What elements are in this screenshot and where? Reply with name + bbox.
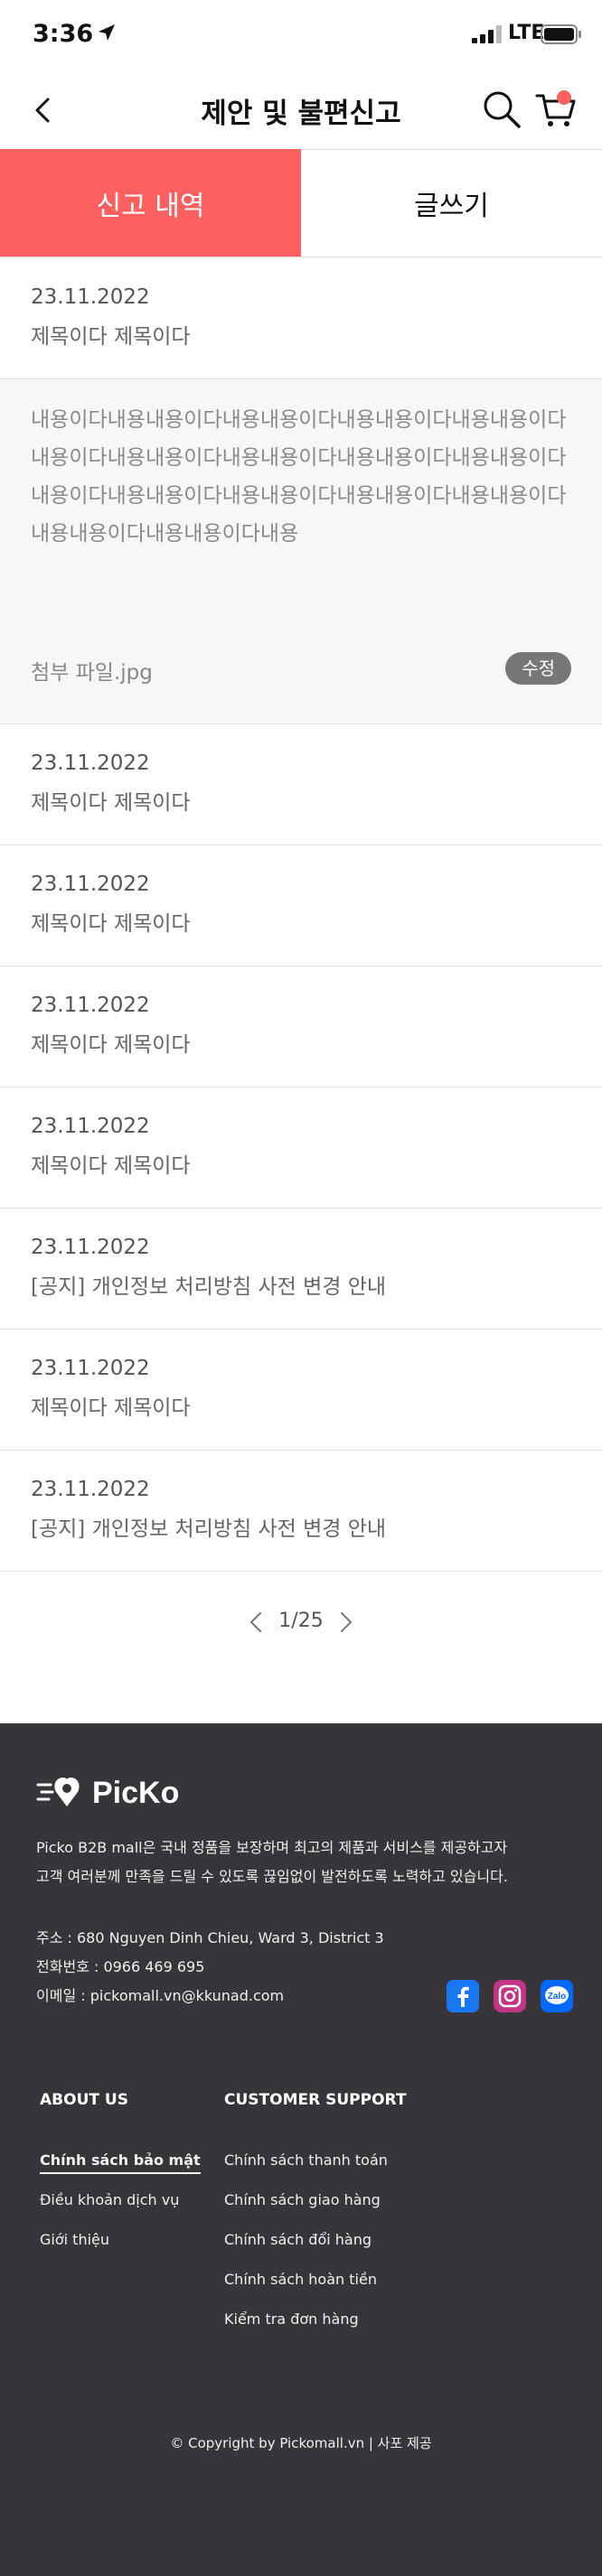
attachment-link[interactable]: 첨부 파일.jpg: [31, 655, 153, 686]
post-title: 제목이다 제목이다: [31, 912, 191, 936]
list-item[interactable]: 23.11.2022 제목이다 제목이다: [0, 724, 602, 845]
refund-policy-link[interactable]: Chính sách hoàn tiền: [224, 2271, 377, 2288]
payment-policy-link[interactable]: Chính sách thanh toán: [224, 2151, 388, 2169]
about-heading: ABOUT US: [40, 2091, 128, 2109]
post-title: [공지] 개인정보 처리방침 사전 변경 안내: [31, 1517, 387, 1541]
privacy-policy-link[interactable]: Chính sách bảo mật: [40, 2151, 201, 2174]
tab-report-history[interactable]: 신고 내역: [0, 149, 301, 257]
support-heading: CUSTOMER SUPPORT: [224, 2091, 407, 2109]
chevron-left-icon[interactable]: [25, 92, 61, 128]
facebook-icon[interactable]: [447, 1980, 479, 2012]
list-item[interactable]: 23.11.2022 제목이다 제목이다: [0, 258, 602, 379]
list-item[interactable]: 23.11.2022 제목이다 제목이다: [0, 845, 602, 966]
network-label: LTE: [508, 22, 545, 44]
post-date: 23.11.2022: [31, 873, 150, 896]
list-item[interactable]: 23.11.2022 제목이다 제목이다: [0, 966, 602, 1087]
picko-logo: PicKo: [36, 1776, 179, 1810]
status-time: 3:36: [33, 20, 94, 48]
tab-bar: 신고 내역 글쓰기: [0, 149, 602, 257]
post-date: 23.11.2022: [31, 1115, 150, 1138]
pagination: 1/25: [0, 1597, 602, 1647]
location-arrow-icon: [99, 24, 115, 41]
shipping-policy-link[interactable]: Chính sách giao hàng: [224, 2191, 381, 2208]
app-header: 제안 및 불편신고: [0, 72, 602, 148]
email-text: 이메일 : pickomall.vn@kkunad.com: [36, 1987, 285, 2004]
company-info: 주소 : 680 Nguyen Dinh Chieu, Ward 3, Dist…: [36, 1924, 384, 2011]
exchange-policy-link[interactable]: Chính sách đổi hàng: [224, 2231, 372, 2248]
phone-text: 전화번호 : 0966 469 695: [36, 1958, 205, 1975]
logo-text: PicKo: [92, 1776, 179, 1810]
post-list: 23.11.2022 제목이다 제목이다 내용이다내용내용이다내용내용이다내용내…: [0, 258, 602, 1572]
post-body: 내용이다내용내용이다내용내용이다내용내용이다내용내용이다내용이다내용내용이다내용…: [31, 408, 567, 546]
about-link[interactable]: Giới thiệu: [40, 2231, 109, 2248]
list-item[interactable]: 23.11.2022 [공지] 개인정보 처리방침 사전 변경 안내: [0, 1451, 602, 1572]
tab-write[interactable]: 글쓰기: [301, 149, 602, 257]
copyright-text: © Copyright by Pickomall.vn | 사포 제공: [170, 2435, 432, 2451]
post-title: 제목이다 제목이다: [31, 325, 191, 349]
post-date: 23.11.2022: [31, 994, 150, 1017]
post-title: [공지] 개인정보 처리방침 사전 변경 안내: [31, 1275, 387, 1299]
list-item[interactable]: 23.11.2022 제목이다 제목이다: [0, 1330, 602, 1451]
footer-description-line: 고객 여러분께 만족을 드릴 수 있도록 끊임없이 발전하도록 노력하고 있습니…: [36, 1868, 508, 1885]
cart-badge: [557, 90, 571, 105]
zalo-label: Zalo: [548, 1992, 567, 2002]
post-date: 23.11.2022: [31, 1236, 150, 1259]
post-title: 제목이다 제목이다: [31, 1154, 191, 1178]
chevron-right-icon[interactable]: [333, 1610, 358, 1635]
instagram-icon[interactable]: [494, 1980, 526, 2012]
battery-icon: [541, 24, 581, 44]
list-item[interactable]: 23.11.2022 제목이다 제목이다: [0, 1087, 602, 1209]
post-title: 제목이다 제목이다: [31, 1033, 191, 1057]
post-date: 23.11.2022: [31, 1357, 150, 1380]
edit-button[interactable]: 수정: [505, 652, 571, 685]
status-bar: 3:36 LTE: [0, 0, 602, 72]
post-date: 23.11.2022: [31, 285, 150, 309]
order-check-link[interactable]: Kiểm tra đơn hàng: [224, 2310, 359, 2328]
post-date: 23.11.2022: [31, 751, 150, 775]
zalo-icon[interactable]: Zalo: [541, 1980, 573, 2012]
post-title: 제목이다 제목이다: [31, 1396, 191, 1420]
post-detail: 내용이다내용내용이다내용내용이다내용내용이다내용내용이다내용이다내용내용이다내용…: [0, 379, 602, 724]
footer-description: Picko B2B mall은 국내 정품을 보장하며 최고의 제품과 서비스를…: [36, 1834, 578, 1891]
footer-description-line: Picko B2B mall은 국내 정품을 보장하며 최고의 제품과 서비스를…: [36, 1839, 508, 1856]
page-indicator: 1/25: [278, 1610, 324, 1632]
cart-icon[interactable]: [533, 87, 578, 132]
terms-of-service-link[interactable]: Điều khoản dịch vụ: [40, 2191, 179, 2208]
footer: PicKo Picko B2B mall은 국내 정품을 보장하며 최고의 제품…: [0, 1723, 602, 2576]
chevron-left-icon[interactable]: [244, 1610, 269, 1635]
post-title: 제목이다 제목이다: [31, 791, 191, 815]
address-text: 주소 : 680 Nguyen Dinh Chieu, Ward 3, Dist…: [36, 1929, 384, 1946]
search-icon[interactable]: [481, 89, 522, 130]
signal-icon: [472, 25, 502, 43]
post-date: 23.11.2022: [31, 1478, 150, 1501]
list-item[interactable]: 23.11.2022 [공지] 개인정보 처리방침 사전 변경 안내: [0, 1209, 602, 1330]
